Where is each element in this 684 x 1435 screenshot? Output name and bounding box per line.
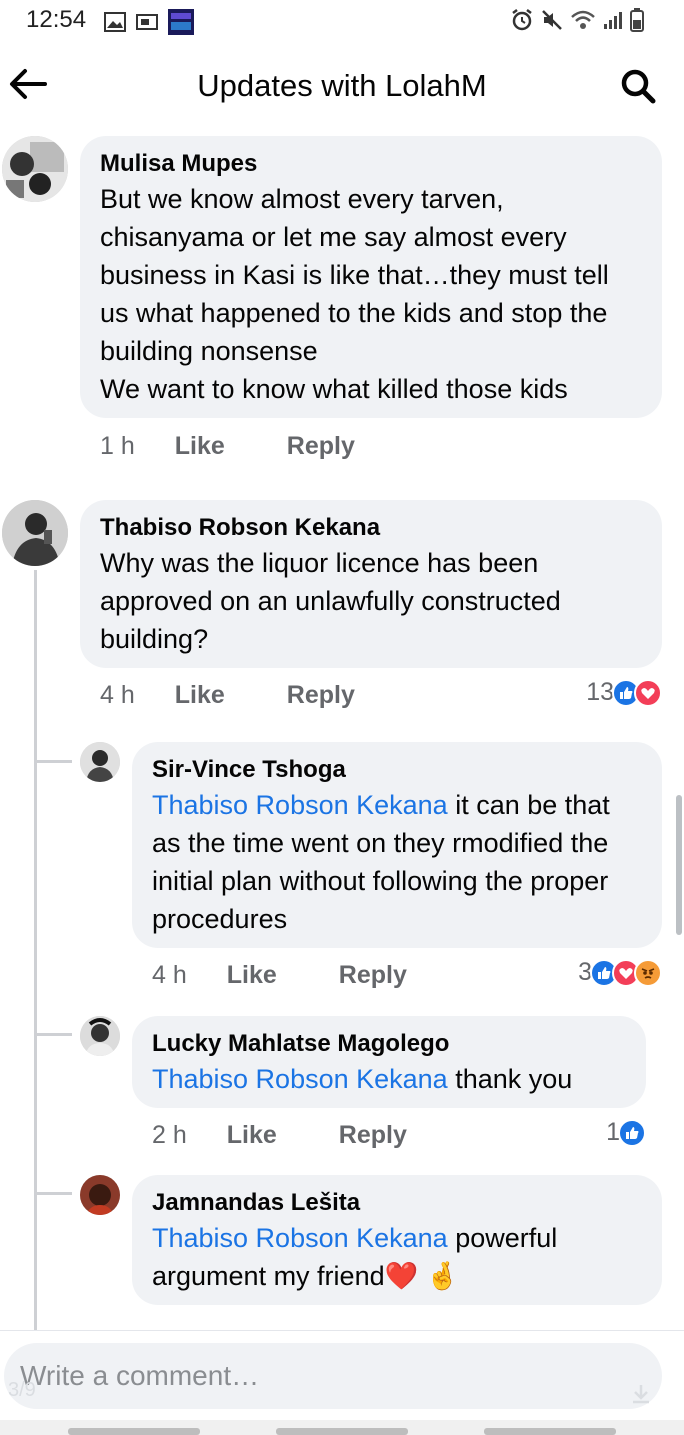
comment-actions: 4 h Like Reply [152,961,407,990]
reply-button[interactable]: Reply [287,681,355,710]
comment-text: Thabiso Robson Kekana it can be that as … [152,786,642,938]
avatar[interactable] [80,1016,120,1056]
comment-time[interactable]: 2 h [152,1121,187,1150]
reply-button[interactable]: Reply [339,1121,407,1150]
comment-actions: 2 h Like Reply [152,1121,407,1150]
signal-icon [604,12,622,29]
thread-connector [34,1033,72,1036]
mute-icon [542,10,562,30]
comment-bubble[interactable]: Jamnandas Lešita Thabiso Robson Kekana p… [132,1175,662,1305]
comment-actions: 1 h Like Reply [100,432,355,461]
thread-connector [34,760,72,763]
comment-bubble[interactable]: Mulisa Mupes But we know almost every ta… [80,136,662,418]
reply-button[interactable]: Reply [339,961,407,990]
angry-reaction-icon [634,958,662,987]
comment-bubble[interactable]: Sir-Vince Tshoga Thabiso Robson Kekana i… [132,742,662,948]
nav-back-button[interactable] [484,1428,616,1435]
comment-text: But we know almost every tarven, chisany… [100,184,609,404]
mention-link[interactable]: Thabiso Robson Kekana [152,790,448,820]
gallery-icon [104,12,126,32]
system-nav-bar [0,1420,684,1435]
avatar[interactable] [80,1175,120,1215]
comment-bubble[interactable]: Thabiso Robson Kekana Why was the liquor… [80,500,662,668]
comment-actions: 4 h Like Reply [100,681,355,710]
page-title: Updates with LolahM [197,68,487,103]
status-bar: 12:54 [0,0,684,40]
like-button[interactable]: Like [227,1121,277,1150]
comment-text: Why was the liquor licence has been appr… [100,548,561,654]
comment-time[interactable]: 1 h [100,432,135,461]
comment-author[interactable]: Sir-Vince Tshoga [152,754,642,786]
reply-button[interactable]: Reply [287,432,355,461]
reaction-summary[interactable]: 1 [606,1118,646,1147]
comment-input[interactable] [4,1343,662,1409]
alarm-icon [512,9,532,31]
download-icon[interactable] [630,1383,652,1405]
like-reaction-icon [618,1118,646,1147]
reaction-summary[interactable]: 3 [578,958,662,987]
comment-time[interactable]: 4 h [100,681,135,710]
mention-link[interactable]: Thabiso Robson Kekana [152,1064,448,1094]
comment-time[interactable]: 4 h [152,961,187,990]
scrollbar[interactable] [676,795,682,935]
thread-line [34,570,37,1330]
search-icon [621,69,656,104]
reaction-summary[interactable]: 13 [586,678,662,707]
comment-text-body: thank you [447,1064,573,1094]
wifi-icon [571,10,595,29]
comment-author[interactable]: Thabiso Robson Kekana [100,512,642,544]
comment-bubble[interactable]: Lucky Mahlatse Magolego Thabiso Robson K… [132,1016,646,1108]
mention-link[interactable]: Thabiso Robson Kekana [152,1223,448,1253]
app-thumbnail-icon [168,9,194,35]
like-button[interactable]: Like [175,432,225,461]
comment-text: Thabiso Robson Kekana thank you [152,1060,626,1098]
like-button[interactable]: Like [227,961,277,990]
nav-recents-button[interactable] [68,1428,200,1435]
status-time: 12:54 [26,6,87,33]
page-indicator: 3/9 [8,1379,36,1401]
avatar[interactable] [2,500,68,566]
reaction-count: 13 [586,678,614,706]
battery-icon [630,8,644,32]
cast-icon [136,14,158,30]
thread-connector [34,1192,72,1195]
avatar[interactable] [80,742,120,782]
comment-author[interactable]: Mulisa Mupes [100,148,642,180]
comment-author[interactable]: Jamnandas Lešita [152,1187,642,1219]
comment-author[interactable]: Lucky Mahlatse Magolego [152,1028,626,1060]
love-reaction-icon [634,678,662,707]
nav-home-button[interactable] [276,1428,408,1435]
comment-text: Thabiso Robson Kekana powerful argument … [152,1219,642,1295]
search-button[interactable] [616,64,660,108]
avatar[interactable] [2,136,68,202]
like-button[interactable]: Like [175,681,225,710]
header: Updates with LolahM [0,48,684,120]
